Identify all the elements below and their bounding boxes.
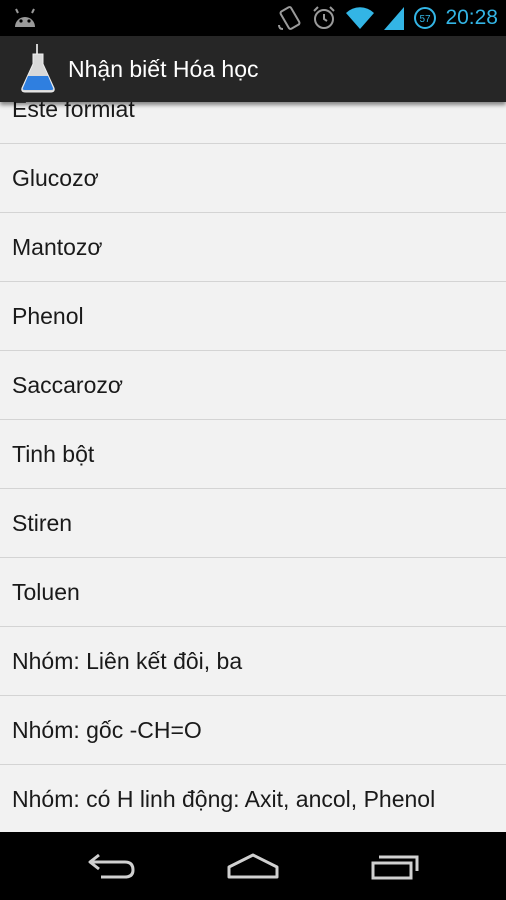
navigation-bar	[0, 832, 506, 900]
list-item[interactable]: Toluen	[0, 558, 506, 627]
list-item[interactable]: Phenol	[0, 282, 506, 351]
list-item[interactable]: Nhóm: gốc -CH=O	[0, 696, 506, 765]
list-item[interactable]: Glucozơ	[0, 144, 506, 213]
list-item[interactable]: Tinh bột	[0, 420, 506, 489]
list-item[interactable]: Saccarozơ	[0, 351, 506, 420]
android-debug-icon	[15, 8, 35, 27]
clock: 20:28	[445, 6, 498, 29]
rotation-lock-icon	[278, 6, 301, 30]
home-icon	[227, 853, 279, 879]
topic-list[interactable]: Este formiat Glucozơ Mantozơ Phenol Sacc…	[0, 102, 506, 832]
home-button[interactable]	[203, 832, 303, 900]
back-icon	[88, 853, 135, 879]
battery-icon: 57	[414, 7, 437, 29]
list-item[interactable]: Stiren	[0, 489, 506, 558]
alarm-icon	[313, 6, 336, 29]
flask-icon[interactable]	[20, 44, 56, 94]
list-item[interactable]: Nhóm: có H linh động: Axit, ancol, Pheno…	[0, 765, 506, 832]
signal-icon	[384, 7, 405, 30]
status-bar: 57 20:28	[0, 0, 506, 36]
back-button[interactable]	[62, 832, 162, 900]
status-icons: 57 20:28	[277, 0, 498, 36]
list-item[interactable]: Nhóm: Liên kết đôi, ba	[0, 627, 506, 696]
page-title: Nhận biết Hóa học	[68, 56, 259, 82]
recent-apps-icon	[371, 855, 419, 880]
battery-level: 57	[420, 14, 432, 25]
list-item[interactable]: Este formiat	[0, 102, 506, 144]
list-item[interactable]: Mantozơ	[0, 213, 506, 282]
recent-apps-button[interactable]	[345, 832, 445, 900]
action-bar: Nhận biết Hóa học	[0, 36, 506, 102]
topic-list-inner: Este formiat Glucozơ Mantozơ Phenol Sacc…	[0, 102, 506, 832]
wifi-icon	[346, 7, 375, 29]
